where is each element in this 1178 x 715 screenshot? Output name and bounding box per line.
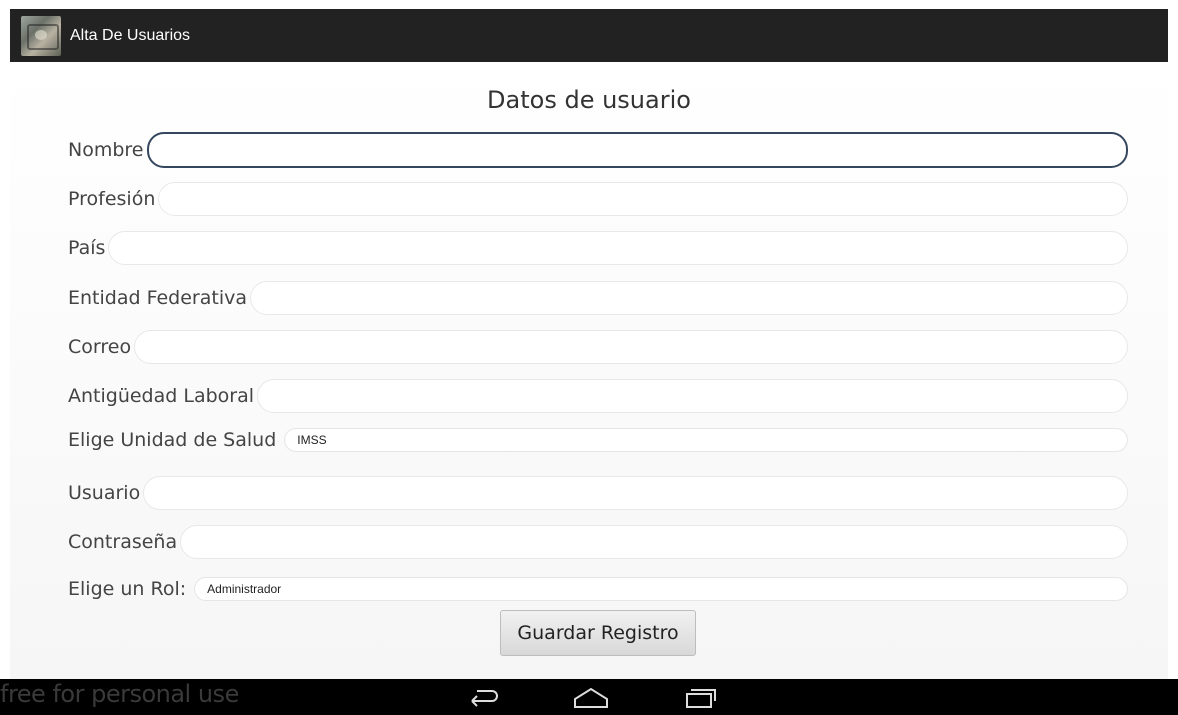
watermark-text: free for personal use <box>0 680 239 708</box>
app-bar: Alta De Usuarios <box>10 9 1168 62</box>
correo-input[interactable] <box>134 330 1128 364</box>
antiguedad-input[interactable] <box>257 379 1128 413</box>
correo-row: Correo <box>68 330 1128 364</box>
nombre-row: Nombre <box>68 132 1128 168</box>
recent-apps-icon[interactable] <box>681 685 721 711</box>
profesion-input[interactable] <box>158 182 1128 216</box>
pais-row: País <box>68 231 1128 265</box>
home-icon[interactable] <box>571 685 611 711</box>
antiguedad-row: Antigüedad Laboral <box>68 379 1128 413</box>
entidad-input[interactable] <box>249 281 1128 315</box>
antiguedad-label: Antigüedad Laboral <box>68 385 255 407</box>
rol-select[interactable]: Administrador <box>194 577 1128 601</box>
back-icon[interactable] <box>464 685 504 711</box>
nombre-label: Nombre <box>68 139 144 161</box>
form-title: Datos de usuario <box>487 86 691 114</box>
rol-label: Elige un Rol: <box>68 578 187 600</box>
nombre-input[interactable] <box>146 132 1128 168</box>
app-title: Alta De Usuarios <box>70 26 191 44</box>
rol-row: Elige un Rol: Administrador <box>68 577 1128 601</box>
unidad-row: Elige Unidad de Salud IMSS <box>68 428 1128 452</box>
form-container: Datos de usuario Nombre Profesión País E… <box>10 62 1168 679</box>
profesion-row: Profesión <box>68 182 1128 216</box>
unidad-select[interactable]: IMSS <box>284 428 1128 452</box>
contrasena-label: Contraseña <box>68 531 178 553</box>
contrasena-row: Contraseña <box>68 525 1128 559</box>
contrasena-input[interactable] <box>180 525 1128 559</box>
unidad-label: Elige Unidad de Salud <box>68 429 277 451</box>
usuario-row: Usuario <box>68 476 1128 510</box>
save-button[interactable]: Guardar Registro <box>500 610 696 656</box>
app-logo-icon <box>21 15 61 56</box>
pais-label: País <box>68 237 106 259</box>
usuario-input[interactable] <box>143 476 1128 510</box>
system-nav-bar: free for personal use <box>0 679 1178 715</box>
usuario-label: Usuario <box>68 482 141 504</box>
pais-input[interactable] <box>108 231 1128 265</box>
profesion-label: Profesión <box>68 188 156 210</box>
entidad-row: Entidad Federativa <box>68 281 1128 315</box>
entidad-label: Entidad Federativa <box>68 287 247 309</box>
correo-label: Correo <box>68 336 132 358</box>
